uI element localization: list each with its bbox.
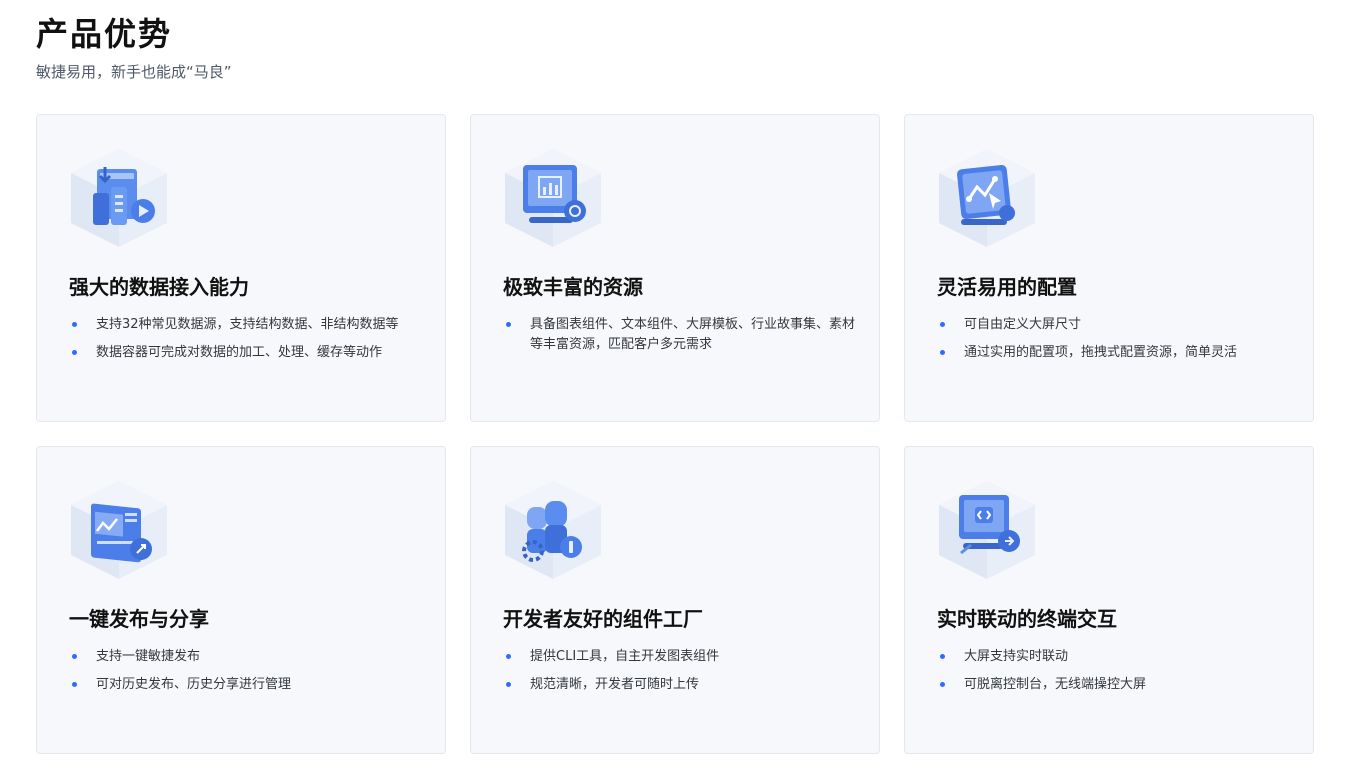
- bullet-dot-icon: [940, 350, 945, 355]
- list-item: 可对历史发布、历史分享进行管理: [69, 675, 421, 695]
- data-source-icon: [71, 149, 167, 247]
- bullet-dot-icon: [506, 682, 511, 687]
- bullet-dot-icon: [940, 682, 945, 687]
- advantage-card-publish[interactable]: 一键发布与分享 支持一键敏捷发布 可对历史发布、历史分享进行管理: [36, 446, 446, 754]
- bullet-dot-icon: [72, 350, 77, 355]
- bullet-dot-icon: [506, 654, 511, 659]
- advantages-grid: 强大的数据接入能力 支持32种常见数据源，支持结构数据、非结构数据等 数据容器可…: [36, 114, 1314, 754]
- card-points: 支持一键敏捷发布 可对历史发布、历史分享进行管理: [69, 647, 421, 703]
- publish-share-icon: [71, 481, 167, 579]
- card-title: 一键发布与分享: [69, 607, 209, 631]
- card-points: 具备图表组件、文本组件、大屏模板、行业故事集、素材等丰富资源，匹配客户多元需求: [503, 315, 855, 363]
- card-points: 大屏支持实时联动 可脱离控制台，无线端操控大屏: [937, 647, 1289, 703]
- card-title: 灵活易用的配置: [937, 275, 1077, 299]
- advantage-card-data-access[interactable]: 强大的数据接入能力 支持32种常见数据源，支持结构数据、非结构数据等 数据容器可…: [36, 114, 446, 422]
- list-item: 可自由定义大屏尺寸: [937, 315, 1289, 335]
- card-title: 极致丰富的资源: [503, 275, 643, 299]
- list-item: 数据容器可完成对数据的加工、处理、缓存等动作: [69, 343, 421, 363]
- list-item: 大屏支持实时联动: [937, 647, 1289, 667]
- list-item: 具备图表组件、文本组件、大屏模板、行业故事集、素材等丰富资源，匹配客户多元需求: [503, 315, 855, 355]
- advantage-card-terminal[interactable]: 实时联动的终端交互 大屏支持实时联动 可脱离控制台，无线端操控大屏: [904, 446, 1314, 754]
- terminal-interaction-icon: [939, 481, 1035, 579]
- list-item: 支持一键敏捷发布: [69, 647, 421, 667]
- advantage-card-component-factory[interactable]: 开发者友好的组件工厂 提供CLI工具，自主开发图表组件 规范清晰，开发者可随时上…: [470, 446, 880, 754]
- advantage-card-resources[interactable]: 极致丰富的资源 具备图表组件、文本组件、大屏模板、行业故事集、素材等丰富资源，匹…: [470, 114, 880, 422]
- card-points: 支持32种常见数据源，支持结构数据、非结构数据等 数据容器可完成对数据的加工、处…: [69, 315, 421, 371]
- config-chart-icon: [939, 149, 1035, 247]
- resource-monitor-icon: [505, 149, 601, 247]
- advantage-card-config[interactable]: 灵活易用的配置 可自由定义大屏尺寸 通过实用的配置项，拖拽式配置资源，简单灵活: [904, 114, 1314, 422]
- bullet-dot-icon: [940, 654, 945, 659]
- bullet-dot-icon: [72, 682, 77, 687]
- card-title: 开发者友好的组件工厂: [503, 607, 703, 631]
- bullet-dot-icon: [72, 322, 77, 327]
- list-item: 可脱离控制台，无线端操控大屏: [937, 675, 1289, 695]
- bullet-dot-icon: [72, 654, 77, 659]
- bullet-dot-icon: [506, 322, 511, 327]
- page-title: 产品优势: [36, 15, 173, 53]
- list-item: 规范清晰，开发者可随时上传: [503, 675, 855, 695]
- card-points: 可自由定义大屏尺寸 通过实用的配置项，拖拽式配置资源，简单灵活: [937, 315, 1289, 371]
- card-title: 实时联动的终端交互: [937, 607, 1117, 631]
- page-subtitle: 敏捷易用，新手也能成“马良”: [36, 63, 232, 81]
- developer-component-icon: [505, 481, 601, 579]
- bullet-dot-icon: [940, 322, 945, 327]
- card-points: 提供CLI工具，自主开发图表组件 规范清晰，开发者可随时上传: [503, 647, 855, 703]
- list-item: 提供CLI工具，自主开发图表组件: [503, 647, 855, 667]
- card-title: 强大的数据接入能力: [69, 275, 249, 299]
- list-item: 支持32种常见数据源，支持结构数据、非结构数据等: [69, 315, 421, 335]
- list-item: 通过实用的配置项，拖拽式配置资源，简单灵活: [937, 343, 1289, 363]
